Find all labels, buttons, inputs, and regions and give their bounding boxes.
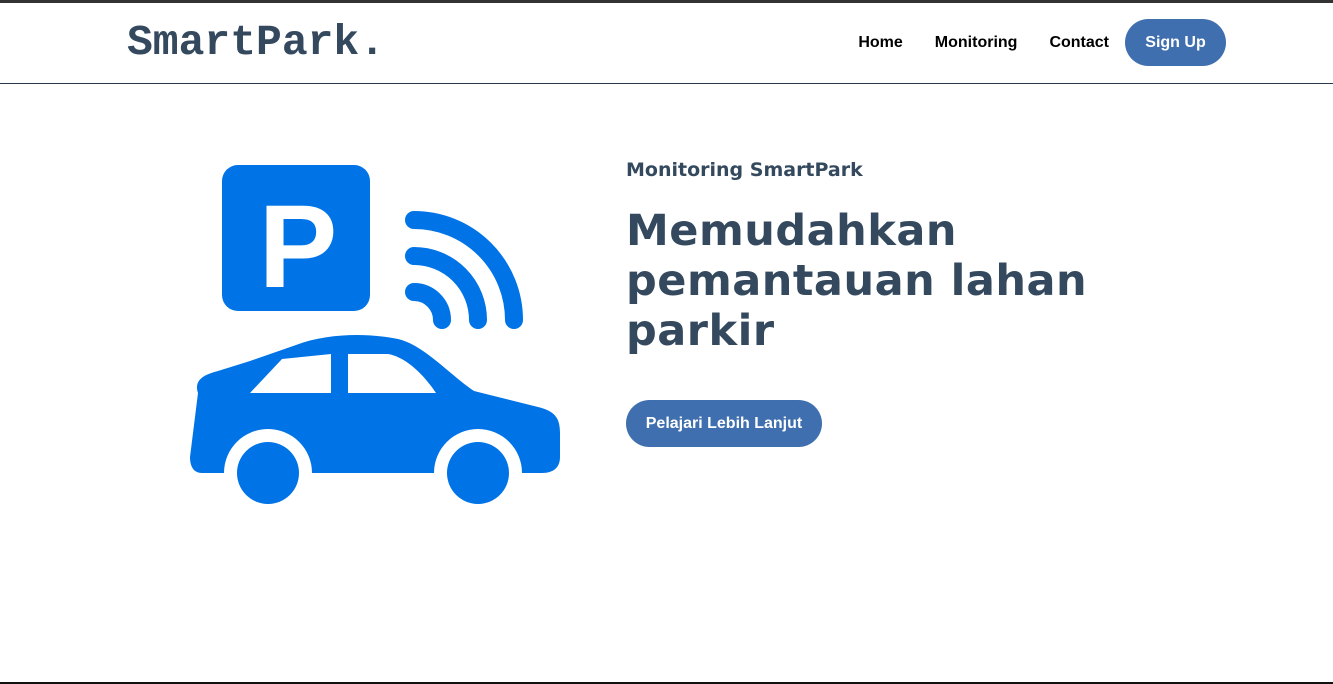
navbar: SmartPark. Home Monitoring Contact Sign … xyxy=(0,3,1333,84)
parking-sign-letter: P xyxy=(259,181,338,313)
learn-more-button[interactable]: Pelajari Lebih Lanjut xyxy=(626,400,822,447)
signal-waves-icon xyxy=(405,211,523,329)
hero-headline: Memudahkan pemantauan lahan parkir xyxy=(626,206,1088,356)
nav-link-home[interactable]: Home xyxy=(858,34,902,52)
nav-link-contact[interactable]: Contact xyxy=(1049,34,1109,52)
sign-up-button[interactable]: Sign Up xyxy=(1125,19,1226,66)
hero-subtitle: Monitoring SmartPark xyxy=(626,159,863,181)
car-icon xyxy=(190,335,560,511)
hero-text: Monitoring SmartPark Memudahkan pemantau… xyxy=(626,158,1246,447)
nav-links: Home Monitoring Contact Sign Up xyxy=(858,19,1226,66)
logo[interactable]: SmartPark. xyxy=(127,19,385,67)
nav-link-monitoring[interactable]: Monitoring xyxy=(935,34,1018,52)
smart-parking-car-icon: P xyxy=(190,165,560,511)
